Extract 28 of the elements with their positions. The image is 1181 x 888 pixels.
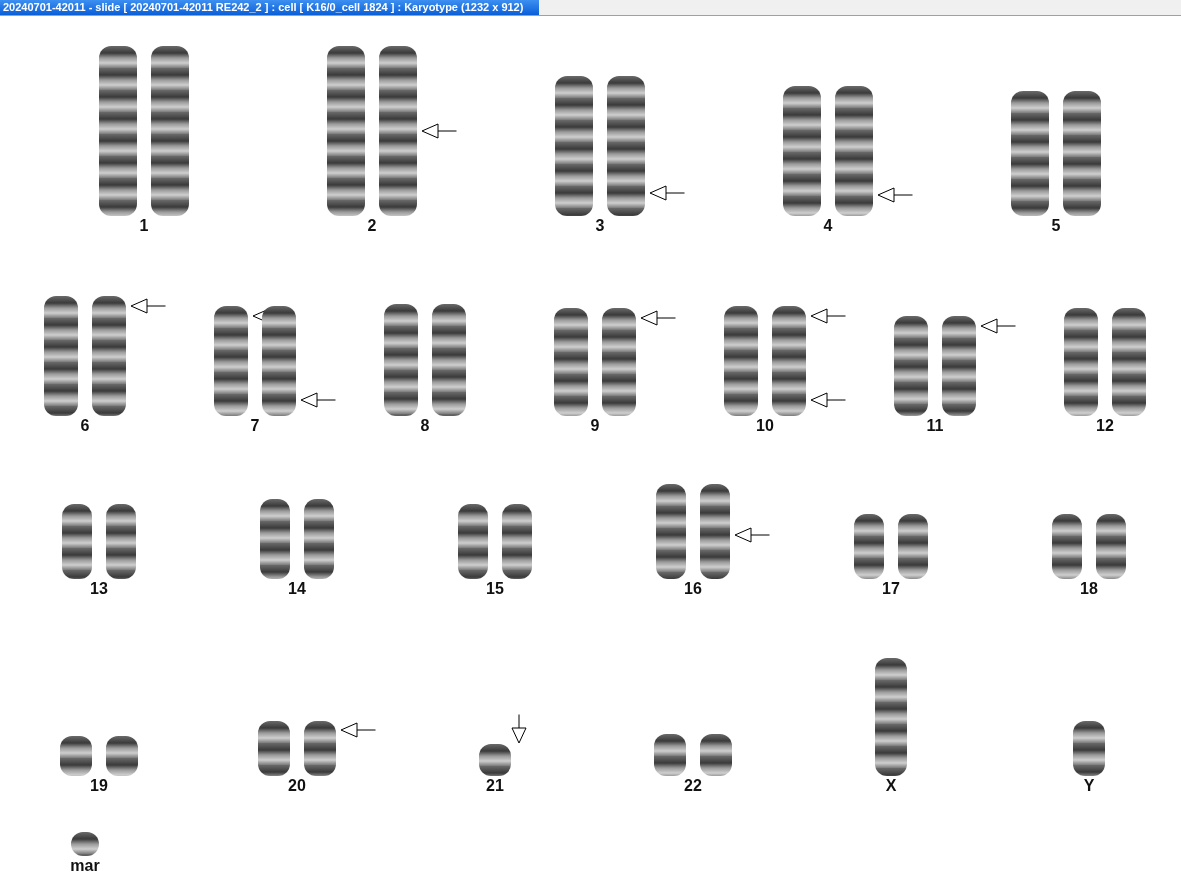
- chromosome-label: 19: [90, 776, 108, 796]
- chromosome-label: 6: [80, 416, 90, 436]
- chromosome-label: 10: [756, 416, 774, 436]
- chromosome-label: 14: [288, 579, 306, 599]
- chromosome-image: [304, 721, 336, 776]
- chromosome-label: 21: [486, 776, 504, 796]
- chromosome-label: mar: [70, 856, 100, 876]
- chromosome-label: 20: [288, 776, 306, 796]
- chromosome-label: 22: [684, 776, 702, 796]
- chromosome-label: 17: [882, 579, 900, 599]
- chromosome-label: 2: [367, 216, 377, 236]
- chromosome-label: 7: [250, 416, 260, 436]
- chromosome-label: 3: [595, 216, 605, 236]
- chromosome-label: Y: [1083, 776, 1095, 796]
- chromosome-label: 18: [1080, 579, 1098, 599]
- chromosome-label: 5: [1051, 216, 1061, 236]
- chromosome-label: 1: [139, 216, 149, 236]
- chromosome-label: 9: [590, 416, 600, 436]
- chromosome-label: 16: [684, 579, 702, 599]
- chromosome-label: 15: [486, 579, 504, 599]
- chromosome-label: X: [885, 776, 897, 796]
- window-title: 20240701-42011 - slide [ 20240701-42011 RE242_2 ] : cell [ K16/0_cell 1824 ] : Karyotype (1232 x 912): [0, 0, 540, 15]
- chromosome-label: 8: [420, 416, 430, 436]
- chromosome-label: 12: [1096, 416, 1114, 436]
- chromosome-label: 13: [90, 579, 108, 599]
- chromosome-label: 4: [823, 216, 833, 236]
- chromosome-image: [479, 744, 511, 776]
- chromosome-label: 11: [926, 416, 944, 436]
